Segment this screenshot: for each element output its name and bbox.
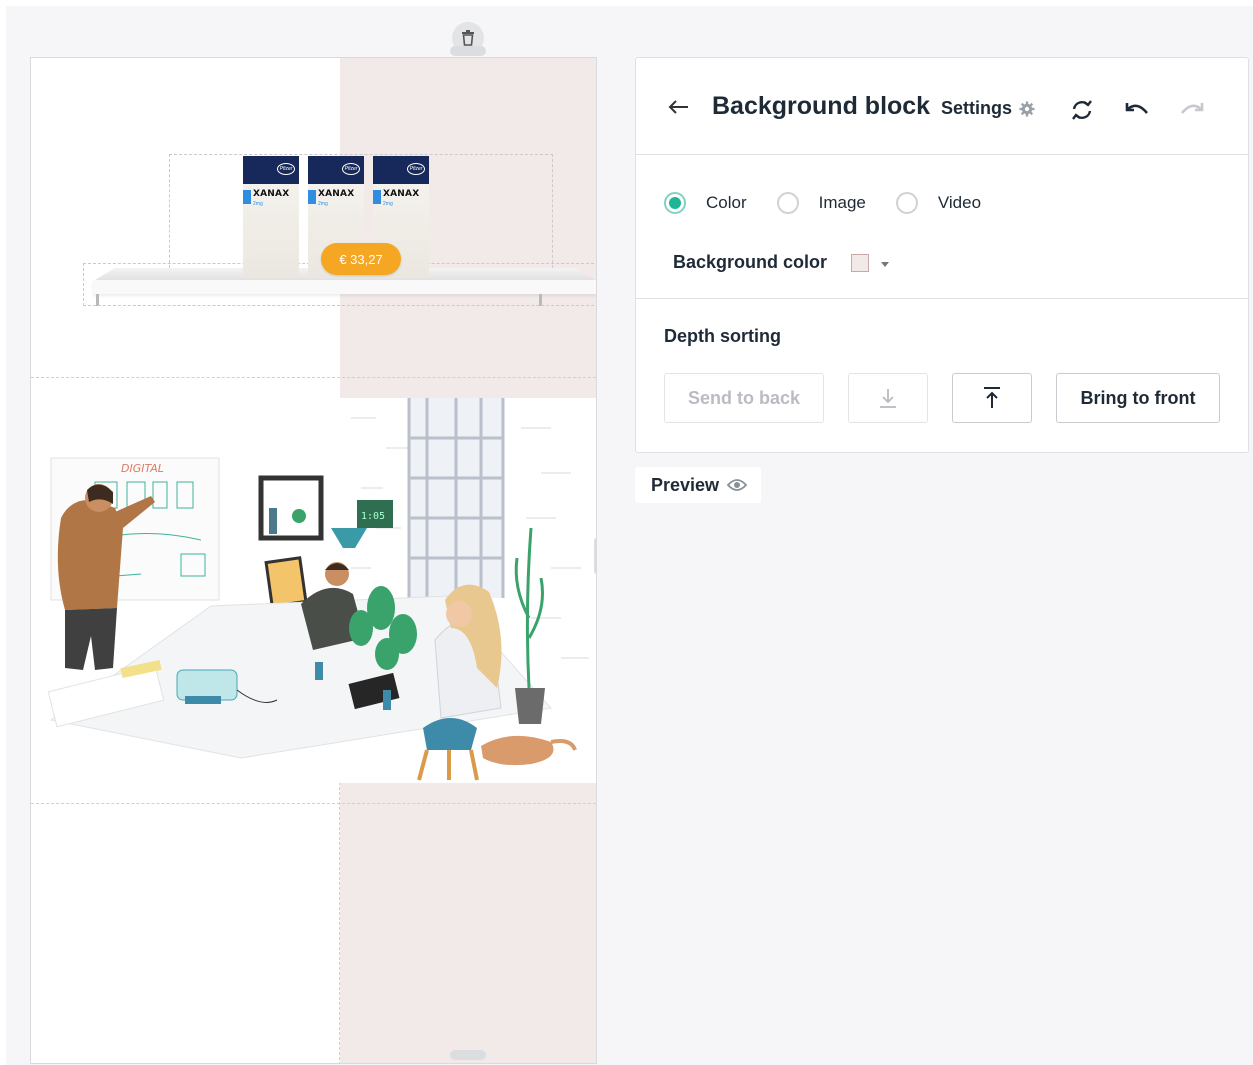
panel-title: Background block	[712, 92, 931, 120]
bring-to-front-button[interactable]: Bring to front	[1056, 373, 1220, 423]
office-illustration[interactable]: DIGITAL 1:05	[31, 378, 597, 798]
radio-video[interactable]: Video	[895, 192, 982, 214]
background-tint-bottom	[340, 782, 596, 1063]
price-tag[interactable]: € 33,27	[321, 243, 401, 275]
right-resize-handle[interactable]	[594, 538, 596, 574]
radio-label: Color	[706, 193, 747, 212]
bottom-resize-handle[interactable]	[450, 1050, 486, 1060]
radio-color[interactable]: Color	[664, 192, 747, 214]
eye-icon	[727, 479, 748, 491]
settings-label: Settings	[941, 98, 1013, 118]
row-divider-2	[31, 803, 596, 804]
background-color-row: Background color	[673, 252, 890, 273]
background-type-radio-group: Color Image Video	[664, 192, 1011, 214]
product-dose: 2mg	[383, 201, 393, 207]
undo-icon	[1125, 103, 1148, 114]
radio-image[interactable]: Image	[776, 192, 866, 214]
radio-label: Video	[937, 193, 982, 212]
preview-label: Preview	[651, 474, 720, 495]
back-arrow-icon[interactable]	[666, 94, 692, 120]
product-name: XANAX	[383, 189, 420, 199]
product-name: XANAX	[253, 189, 290, 199]
product-dose: 2mg	[318, 201, 328, 207]
chevron-down-icon[interactable]	[881, 262, 890, 267]
redo-icon	[1181, 103, 1204, 114]
radio-label: Image	[818, 193, 866, 212]
pfizer-logo-icon: Pfizer	[407, 163, 425, 175]
product-pack[interactable]: Pfizer XANAX 2mg	[243, 156, 299, 278]
workspace: Pfizer XANAX 2mg Pfizer XANAX 2mg Pfizer…	[6, 6, 1253, 1065]
product-dose: 2mg	[253, 201, 263, 207]
radio-dot[interactable]	[664, 192, 686, 214]
clock-text: 1:05	[361, 511, 385, 522]
trash-icon	[462, 30, 474, 46]
settings-button[interactable]: Settings	[941, 98, 1035, 119]
whiteboard-heading: DIGITAL	[121, 462, 164, 475]
panel-header: Background block Settings	[636, 58, 1248, 155]
redo-button[interactable]	[1178, 96, 1206, 124]
send-to-back-button[interactable]: Send to back	[664, 373, 824, 423]
pfizer-logo-icon: Pfizer	[342, 163, 360, 175]
depth-sorting-title: Depth sorting	[664, 326, 781, 346]
pfizer-logo-icon: Pfizer	[277, 163, 295, 175]
preview-button[interactable]: Preview	[635, 467, 761, 503]
top-resize-handle[interactable]	[450, 46, 486, 56]
arrow-up-to-line-icon	[984, 387, 1000, 408]
section-divider	[636, 298, 1248, 299]
radio-dot[interactable]	[895, 192, 918, 214]
background-color-swatch[interactable]	[851, 253, 870, 272]
sync-icon	[1072, 100, 1092, 120]
sync-button[interactable]	[1068, 96, 1096, 124]
arrow-down-to-line-icon	[880, 389, 896, 408]
send-backward-button[interactable]	[848, 373, 928, 423]
column-divider	[339, 782, 340, 1063]
radio-dot[interactable]	[776, 192, 799, 214]
gear-icon	[1019, 101, 1035, 116]
page-canvas[interactable]: Pfizer XANAX 2mg Pfizer XANAX 2mg Pfizer…	[30, 57, 597, 1064]
undo-button[interactable]	[1123, 96, 1151, 124]
bring-forward-button[interactable]	[952, 373, 1032, 423]
background-color-label: Background color	[673, 252, 828, 272]
background-block-settings-panel: Background block Settings Color Image Vi…	[635, 57, 1249, 453]
product-name: XANAX	[318, 189, 355, 199]
